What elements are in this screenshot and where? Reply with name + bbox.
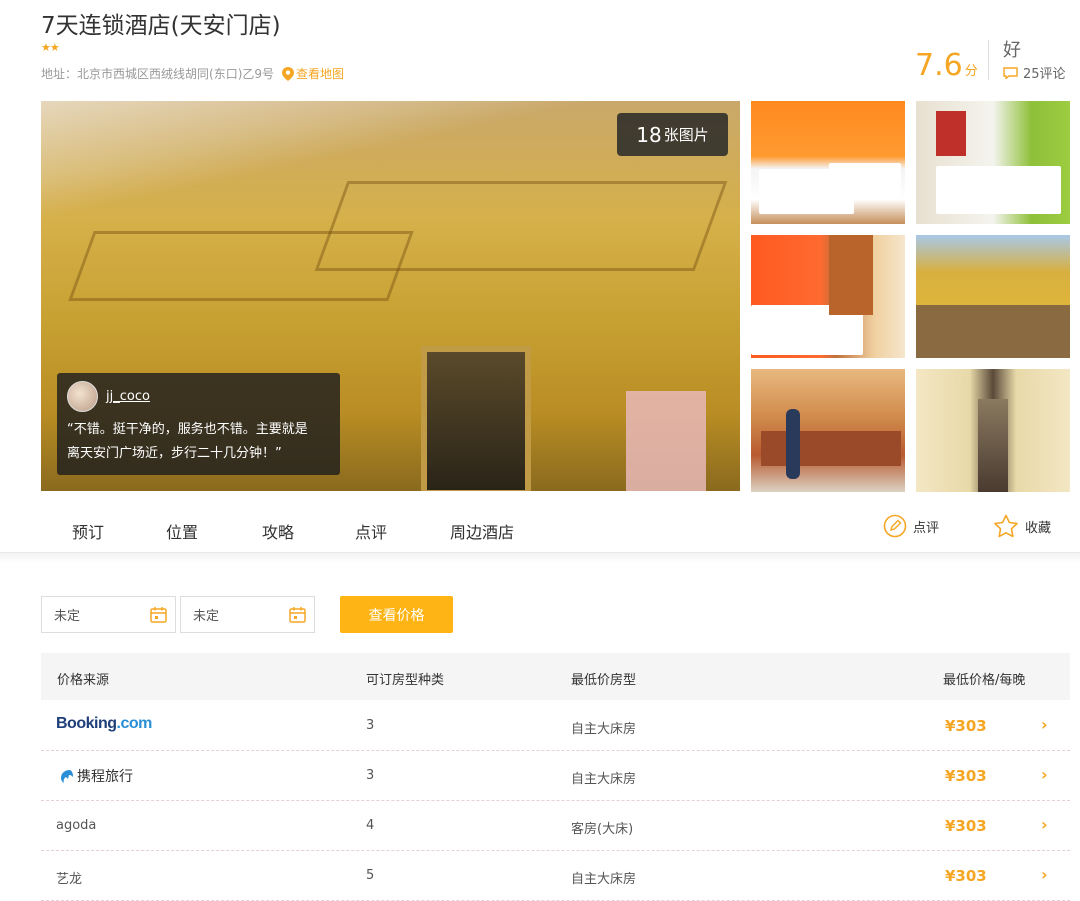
tab-bar: 预订 位置 攻略 点评 周边酒店 点评 收藏 (0, 491, 1080, 553)
dolphin-icon (61, 770, 73, 783)
bed (936, 166, 1061, 214)
elong-label: 艺龙 (56, 872, 83, 887)
star-outline-icon (994, 514, 1018, 538)
price-row-booking[interactable]: Booking.com 3 自主大床房 ¥303 › (41, 701, 1070, 751)
building-base (916, 305, 1070, 358)
review-username[interactable]: jj_coco (106, 389, 150, 404)
price-row-agoda[interactable]: agoda 4 客房(大床) ¥303 › (41, 801, 1070, 851)
cheapest-room-type: 客房(大床) (571, 822, 634, 837)
review-text-line: 离天安门广场近，步行二十几分钟！” (67, 446, 282, 461)
score-value: 7.6 (915, 48, 963, 83)
photo-count-badge[interactable]: 18 张图片 (617, 113, 728, 156)
header-room-types: 可订房型种类 (366, 673, 445, 688)
score-divider (988, 40, 989, 80)
ctrip-label: 携程旅行 (77, 769, 133, 785)
tab-location[interactable]: 位置 (166, 519, 198, 543)
calendar-icon (289, 607, 306, 623)
header-cheapest-room: 最低价房型 (571, 673, 637, 688)
chevron-right-icon[interactable]: › (1041, 715, 1048, 734)
hotel-title: 7天连锁酒店(天安门店) (41, 13, 281, 39)
cheapest-room-type: 自主大床房 (571, 772, 637, 787)
checkout-date-field[interactable]: 未定 (180, 596, 315, 633)
agoda-label: agoda (56, 818, 97, 833)
room-type-count: 3 (366, 768, 375, 783)
comment-icon (1003, 66, 1018, 79)
favorite-label: 收藏 (1025, 520, 1052, 536)
address-text: 北京市西城区西绒线胡同(东口)乙9号 (77, 67, 275, 81)
booking-logo-main: Booking (56, 715, 117, 732)
booking-logo-suffix: .com (116, 715, 153, 732)
curtain (829, 235, 873, 315)
tab-booking[interactable]: 预订 (72, 519, 104, 543)
calendar-icon (150, 607, 167, 623)
thumbnail-photo[interactable] (751, 369, 905, 492)
star-rating: ★★ (41, 41, 60, 54)
favorite-button[interactable]: 收藏 (993, 514, 1051, 538)
chevron-right-icon[interactable]: › (1041, 815, 1048, 834)
review-count-link[interactable]: 25评论 (1003, 63, 1066, 82)
featured-review: jj_coco “不错。挺干净的，服务也不错。主要就是 离天安门广场近，步行二十… (57, 373, 340, 475)
review-text: “不错。挺干净的，服务也不错。主要就是 离天安门广场近，步行二十几分钟！” (67, 418, 330, 466)
header-source: 价格来源 (57, 673, 110, 688)
tab-reviews[interactable]: 点评 (355, 519, 387, 543)
thumbnail-photo[interactable] (916, 101, 1070, 224)
corridor-floor (978, 399, 1008, 492)
lowest-price: ¥303 (945, 817, 987, 835)
ceiling-panel (314, 181, 728, 271)
checkout-value: 未定 (193, 609, 220, 624)
bed (829, 163, 901, 195)
photo-count-number: 18 (636, 122, 662, 147)
cheapest-room-type: 自主大床房 (571, 872, 637, 887)
price-table-header: 价格来源 可订房型种类 最低价房型 最低价格/每晚 (41, 653, 1070, 700)
price-row-ctrip[interactable]: 携程旅行 3 自主大床房 ¥303 › (41, 751, 1070, 801)
rating-word: 好 (1003, 40, 1021, 61)
avatar (67, 381, 98, 412)
checkin-date-field[interactable]: 未定 (41, 596, 176, 633)
chevron-right-icon[interactable]: › (1041, 865, 1048, 884)
write-review-button[interactable]: 点评 (883, 514, 939, 538)
address-line: 地址： 北京市西城区西绒线胡同(东口)乙9号 查看地图 (41, 65, 344, 82)
poster (626, 391, 706, 491)
review-count-label: 25评论 (1023, 67, 1066, 82)
booking-logo: Booking.com (56, 715, 152, 733)
header-lowest-price: 最低价格/每晚 (943, 673, 1026, 688)
lowest-price: ¥303 (945, 867, 987, 885)
reception-desk (761, 431, 901, 466)
review-text-line: “不错。挺干净的，服务也不错。主要就是 (67, 422, 308, 437)
thumbnail-photo[interactable] (751, 101, 905, 224)
view-map-link[interactable]: 查看地图 (282, 65, 344, 82)
chevron-right-icon[interactable]: › (1041, 765, 1048, 784)
score-unit: 分 (964, 64, 978, 79)
tab-nearby-hotels[interactable]: 周边酒店 (450, 519, 514, 543)
view-map-label: 查看地图 (296, 67, 345, 81)
price-row-elong[interactable]: 艺龙 5 自主大床房 ¥303 › (41, 851, 1070, 901)
door (421, 346, 531, 491)
room-type-count: 4 (366, 818, 375, 833)
cheapest-room-type: 自主大床房 (571, 722, 637, 737)
thumbnail-photo[interactable] (916, 369, 1070, 492)
lowest-price: ¥303 (945, 767, 987, 785)
thumbnail-photo[interactable] (751, 235, 905, 358)
person (786, 409, 800, 479)
checkin-value: 未定 (54, 609, 81, 624)
address-label: 地址： (41, 67, 78, 81)
lowest-price: ¥303 (945, 717, 987, 735)
tab-guide[interactable]: 攻略 (262, 519, 294, 543)
review-user: jj_coco (67, 381, 330, 412)
check-price-button[interactable]: 查看价格 (340, 596, 453, 633)
curtain (936, 111, 966, 156)
room-type-count: 5 (366, 868, 375, 883)
section-divider (0, 553, 1080, 563)
photo-count-label: 张图片 (663, 126, 709, 144)
map-pin-icon (282, 66, 295, 81)
write-review-label: 点评 (913, 520, 940, 536)
room-type-count: 3 (366, 718, 375, 733)
score-block: 7.6 分 (915, 48, 978, 83)
ctrip-logo: 携程旅行 (56, 766, 133, 786)
pencil-circle-icon (883, 514, 907, 538)
thumbnail-photo[interactable] (916, 235, 1070, 358)
